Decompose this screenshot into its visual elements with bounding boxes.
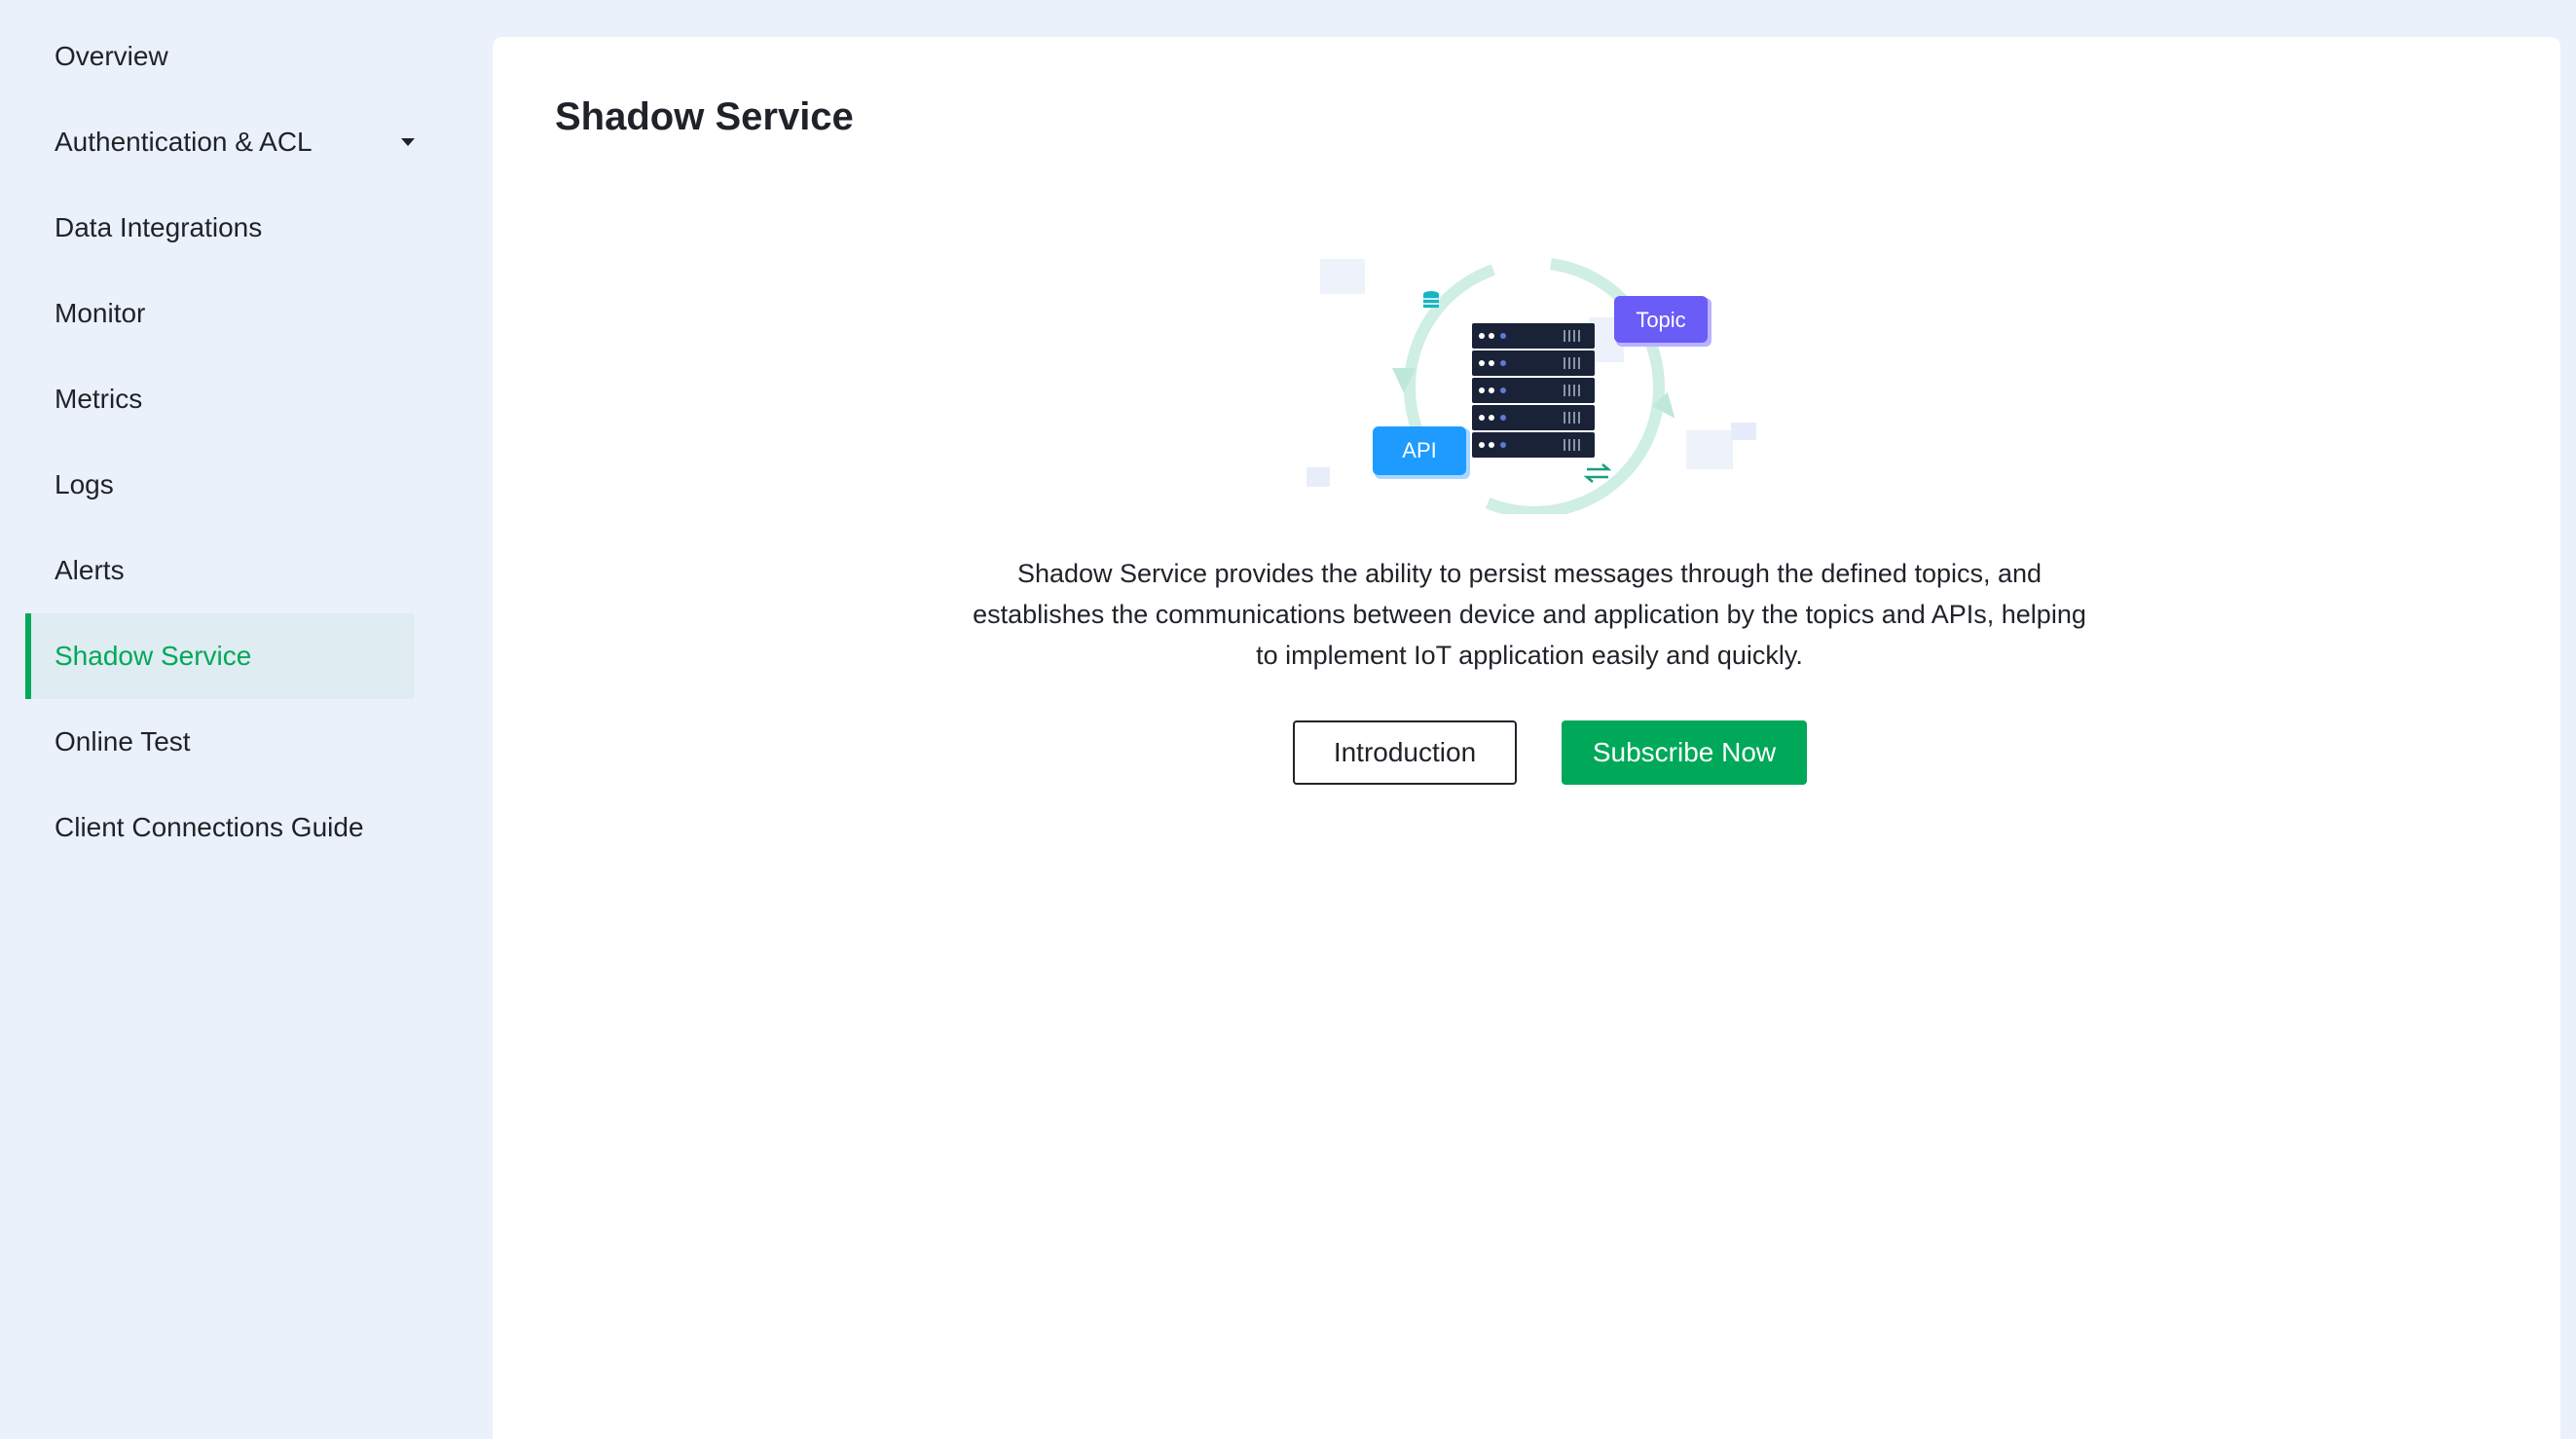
service-description: Shadow Service provides the ability to p… [973,559,2086,670]
transfer-icon [1583,463,1612,483]
topic-label: Topic [1636,308,1685,332]
server-illustration-icon: API Topic [1306,257,1756,518]
api-label: API [1402,438,1436,462]
sidebar-item-label: Logs [55,469,114,499]
main-panel: Shadow Service API Topic Shadow Service … [493,37,2560,1439]
page-title: Shadow Service [555,95,854,138]
sidebar-item-overview[interactable]: Overview [25,14,415,99]
sidebar-item-label: Data Integrations [55,212,263,242]
sidebar-item-alerts[interactable]: Alerts [25,528,415,613]
introduction-button[interactable]: Introduction [1293,720,1517,785]
sidebar-item-label: Overview [55,41,168,71]
sidebar-item-label: Alerts [55,555,125,585]
sidebar-item-data-integrations[interactable]: Data Integrations [25,185,415,271]
sidebar-item-online-test[interactable]: Online Test [25,699,415,785]
sidebar-item-client-connections-guide[interactable]: Client Connections Guide [25,785,415,870]
sidebar-item-label: Shadow Service [55,641,252,671]
sidebar-item-label: Client Connections Guide [55,812,364,842]
caret-down-icon [401,138,415,146]
sidebar-item-logs[interactable]: Logs [25,442,415,528]
sidebar-item-shadow-service[interactable]: Shadow Service [25,613,415,699]
sidebar: Overview Authentication & ACL Data Integ… [0,0,467,1439]
database-icon [1423,291,1439,308]
sidebar-item-monitor[interactable]: Monitor [25,271,415,356]
sidebar-item-label: Authentication & ACL [55,127,313,157]
sidebar-item-label: Online Test [55,726,191,756]
sidebar-item-metrics[interactable]: Metrics [25,356,415,442]
sidebar-item-authentication-acl[interactable]: Authentication & ACL [25,99,415,185]
sidebar-item-label: Metrics [55,384,143,414]
subscribe-now-button[interactable]: Subscribe Now [1562,720,1807,785]
shadow-service-illustration: API Topic [1287,203,1774,518]
sidebar-item-label: Monitor [55,298,146,328]
